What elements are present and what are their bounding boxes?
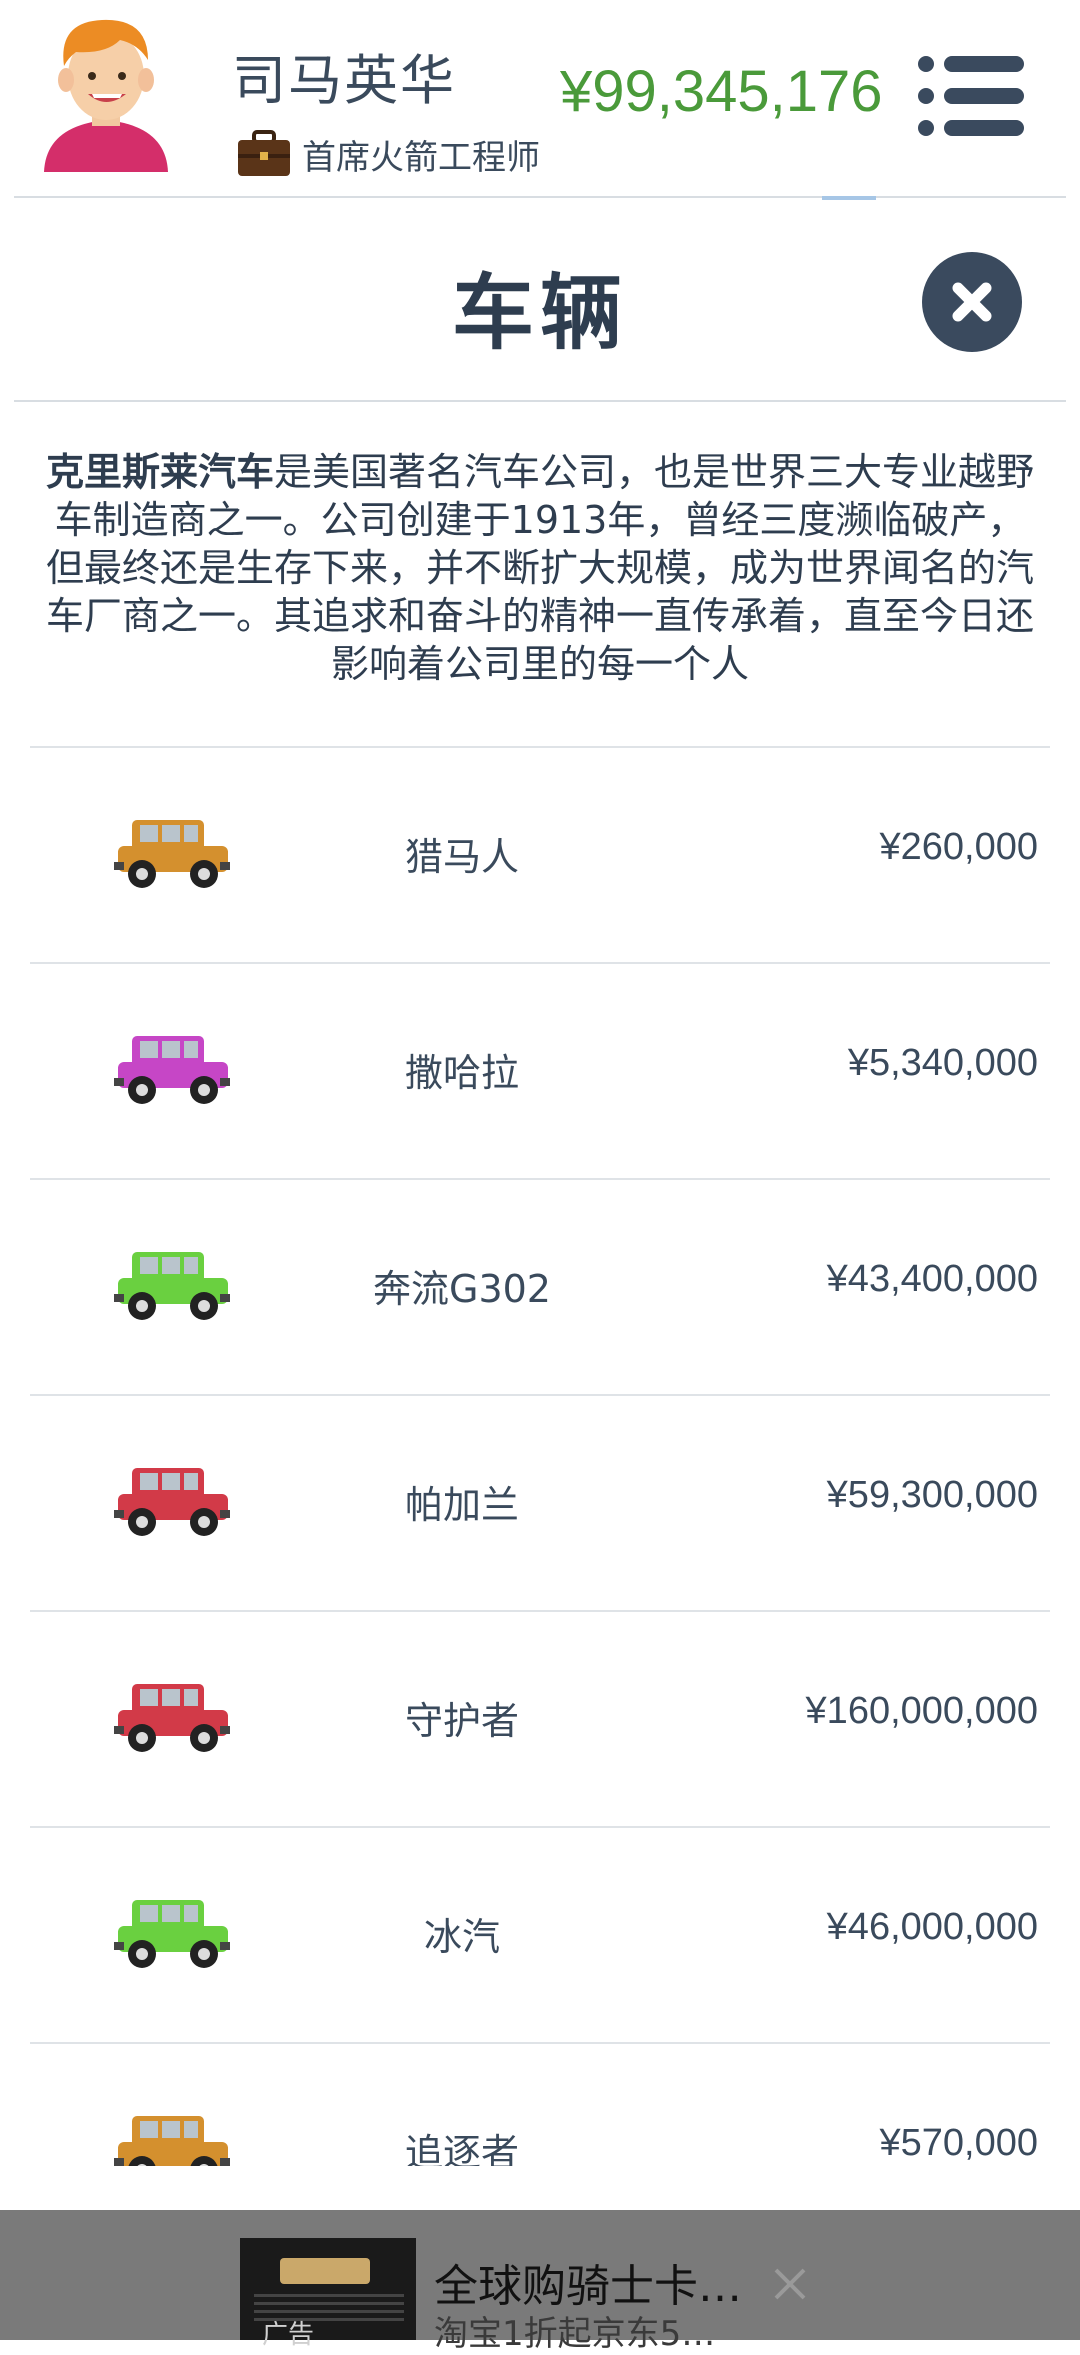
- vehicle-name: 撒哈拉: [404, 1051, 519, 1095]
- car-icon: [114, 2116, 230, 2166]
- job-info: 首席火箭工程师: [236, 128, 540, 180]
- vehicle-name: 猎马人: [404, 835, 519, 879]
- vehicle-price: ¥43,400,000: [826, 1258, 1038, 1300]
- vehicle-row[interactable]: 奔流G302 ¥43,400,000: [30, 1178, 1050, 1394]
- car-icon: [114, 820, 230, 888]
- briefcase-icon: [238, 130, 290, 176]
- header-divider: [14, 196, 1066, 198]
- ad-banner[interactable]: 广告 全球购骑士卡… 淘宝1折起京东5…: [0, 2210, 1080, 2354]
- vehicle-price: ¥260,000: [879, 826, 1039, 868]
- close-icon: [952, 282, 992, 322]
- ad-tag: 广告: [262, 2320, 315, 2350]
- vehicle-name: 帕加兰: [404, 1483, 519, 1527]
- vehicle-row[interactable]: 帕加兰 ¥59,300,000: [30, 1394, 1050, 1610]
- car-icon: [114, 1468, 230, 1536]
- vehicle-price: ¥59,300,000: [826, 1474, 1038, 1516]
- player-name: 司马英华: [232, 49, 456, 112]
- car-icon: [114, 1900, 230, 1968]
- vehicle-list[interactable]: 猎马人 ¥260,000 撒哈拉 ¥5,340,000 奔流G302 ¥43,4…: [30, 746, 1050, 2166]
- vehicle-row[interactable]: 撒哈拉 ¥5,340,000: [30, 962, 1050, 1178]
- vehicle-name: 冰汽: [423, 1915, 500, 1959]
- vehicle-row[interactable]: 追逐者 ¥570,000: [30, 2042, 1050, 2166]
- vehicle-row[interactable]: 猎马人 ¥260,000: [30, 746, 1050, 962]
- vehicle-name: 追逐者: [404, 2131, 519, 2166]
- header: 司马英华 首席火箭工程师 ¥99,345,176: [0, 0, 1080, 196]
- car-icon: [114, 1036, 230, 1104]
- tab-indicator: [822, 196, 876, 200]
- vehicle-price: ¥160,000,000: [805, 1690, 1038, 1732]
- brand-description: 克里斯莱汽车是美国著名汽车公司，也是世界三大专业越野车制造商之一。公司创建于19…: [40, 448, 1040, 688]
- vehicle-row[interactable]: 守护者 ¥160,000,000: [30, 1610, 1050, 1826]
- ad-title[interactable]: 全球购骑士卡…: [434, 2250, 742, 2314]
- ad-subtitle[interactable]: 淘宝1折起京东5…: [434, 2306, 715, 2355]
- vehicle-name: 奔流G302: [373, 1267, 551, 1311]
- ad-thumbnail-badge: [280, 2258, 370, 2284]
- car-icon: [114, 1252, 230, 1320]
- title-divider: [14, 400, 1066, 402]
- menu-list-icon[interactable]: [916, 54, 1028, 138]
- close-button[interactable]: [922, 252, 1022, 352]
- vehicle-price: ¥5,340,000: [847, 1042, 1038, 1084]
- brand-name: 克里斯莱汽车: [45, 450, 274, 494]
- avatar[interactable]: [36, 14, 176, 174]
- vehicle-price: ¥570,000: [879, 2122, 1039, 2164]
- job-title: 首席火箭工程师: [302, 137, 540, 178]
- vehicle-name: 守护者: [404, 1699, 519, 1743]
- money-balance: ¥99,345,176: [560, 59, 883, 124]
- vehicle-row[interactable]: 冰汽 ¥46,000,000: [30, 1826, 1050, 2042]
- vehicle-price: ¥46,000,000: [826, 1906, 1038, 1948]
- close-icon[interactable]: [770, 2264, 810, 2304]
- car-icon: [114, 1684, 230, 1752]
- page-title: 车辆: [451, 266, 628, 361]
